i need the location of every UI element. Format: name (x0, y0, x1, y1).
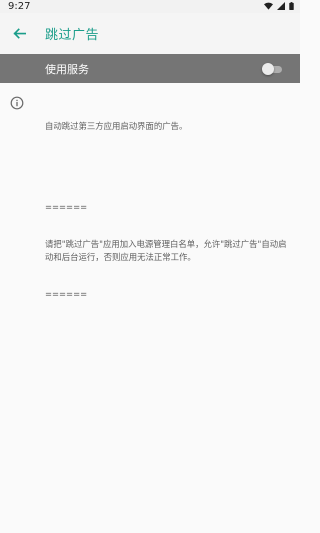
status-time: 9:27 (8, 1, 31, 12)
status-icons (264, 2, 294, 10)
app-bar: 跳过广告 (0, 13, 300, 54)
signal-icon (277, 2, 285, 10)
note-divider-bottom: ====== (45, 289, 88, 299)
service-toggle[interactable] (262, 63, 284, 75)
status-bar: 9:27 (0, 0, 300, 13)
info-icon (10, 96, 24, 110)
toggle-thumb (262, 63, 274, 75)
info-description: 自动跳过第三方应用启动界面的广告。 (45, 121, 188, 131)
service-switch-bar[interactable]: 使用服务 (0, 54, 300, 83)
service-switch-label: 使用服务 (45, 63, 89, 76)
note-divider-top: ====== (45, 201, 88, 212)
battery-icon (289, 2, 294, 10)
arrow-back-icon (12, 27, 26, 39)
page-title: 跳过广告 (45, 28, 100, 43)
back-button[interactable] (11, 25, 27, 41)
info-content: 自动跳过第三方应用启动界面的广告。 ====== 请把"跳过广告"应用加入电源管… (45, 95, 293, 313)
wifi-icon (264, 2, 273, 10)
note-body: 请把"跳过广告"应用加入电源管理白名单，允许"跳过广告"自动启动和后台运行，否则… (45, 239, 287, 262)
